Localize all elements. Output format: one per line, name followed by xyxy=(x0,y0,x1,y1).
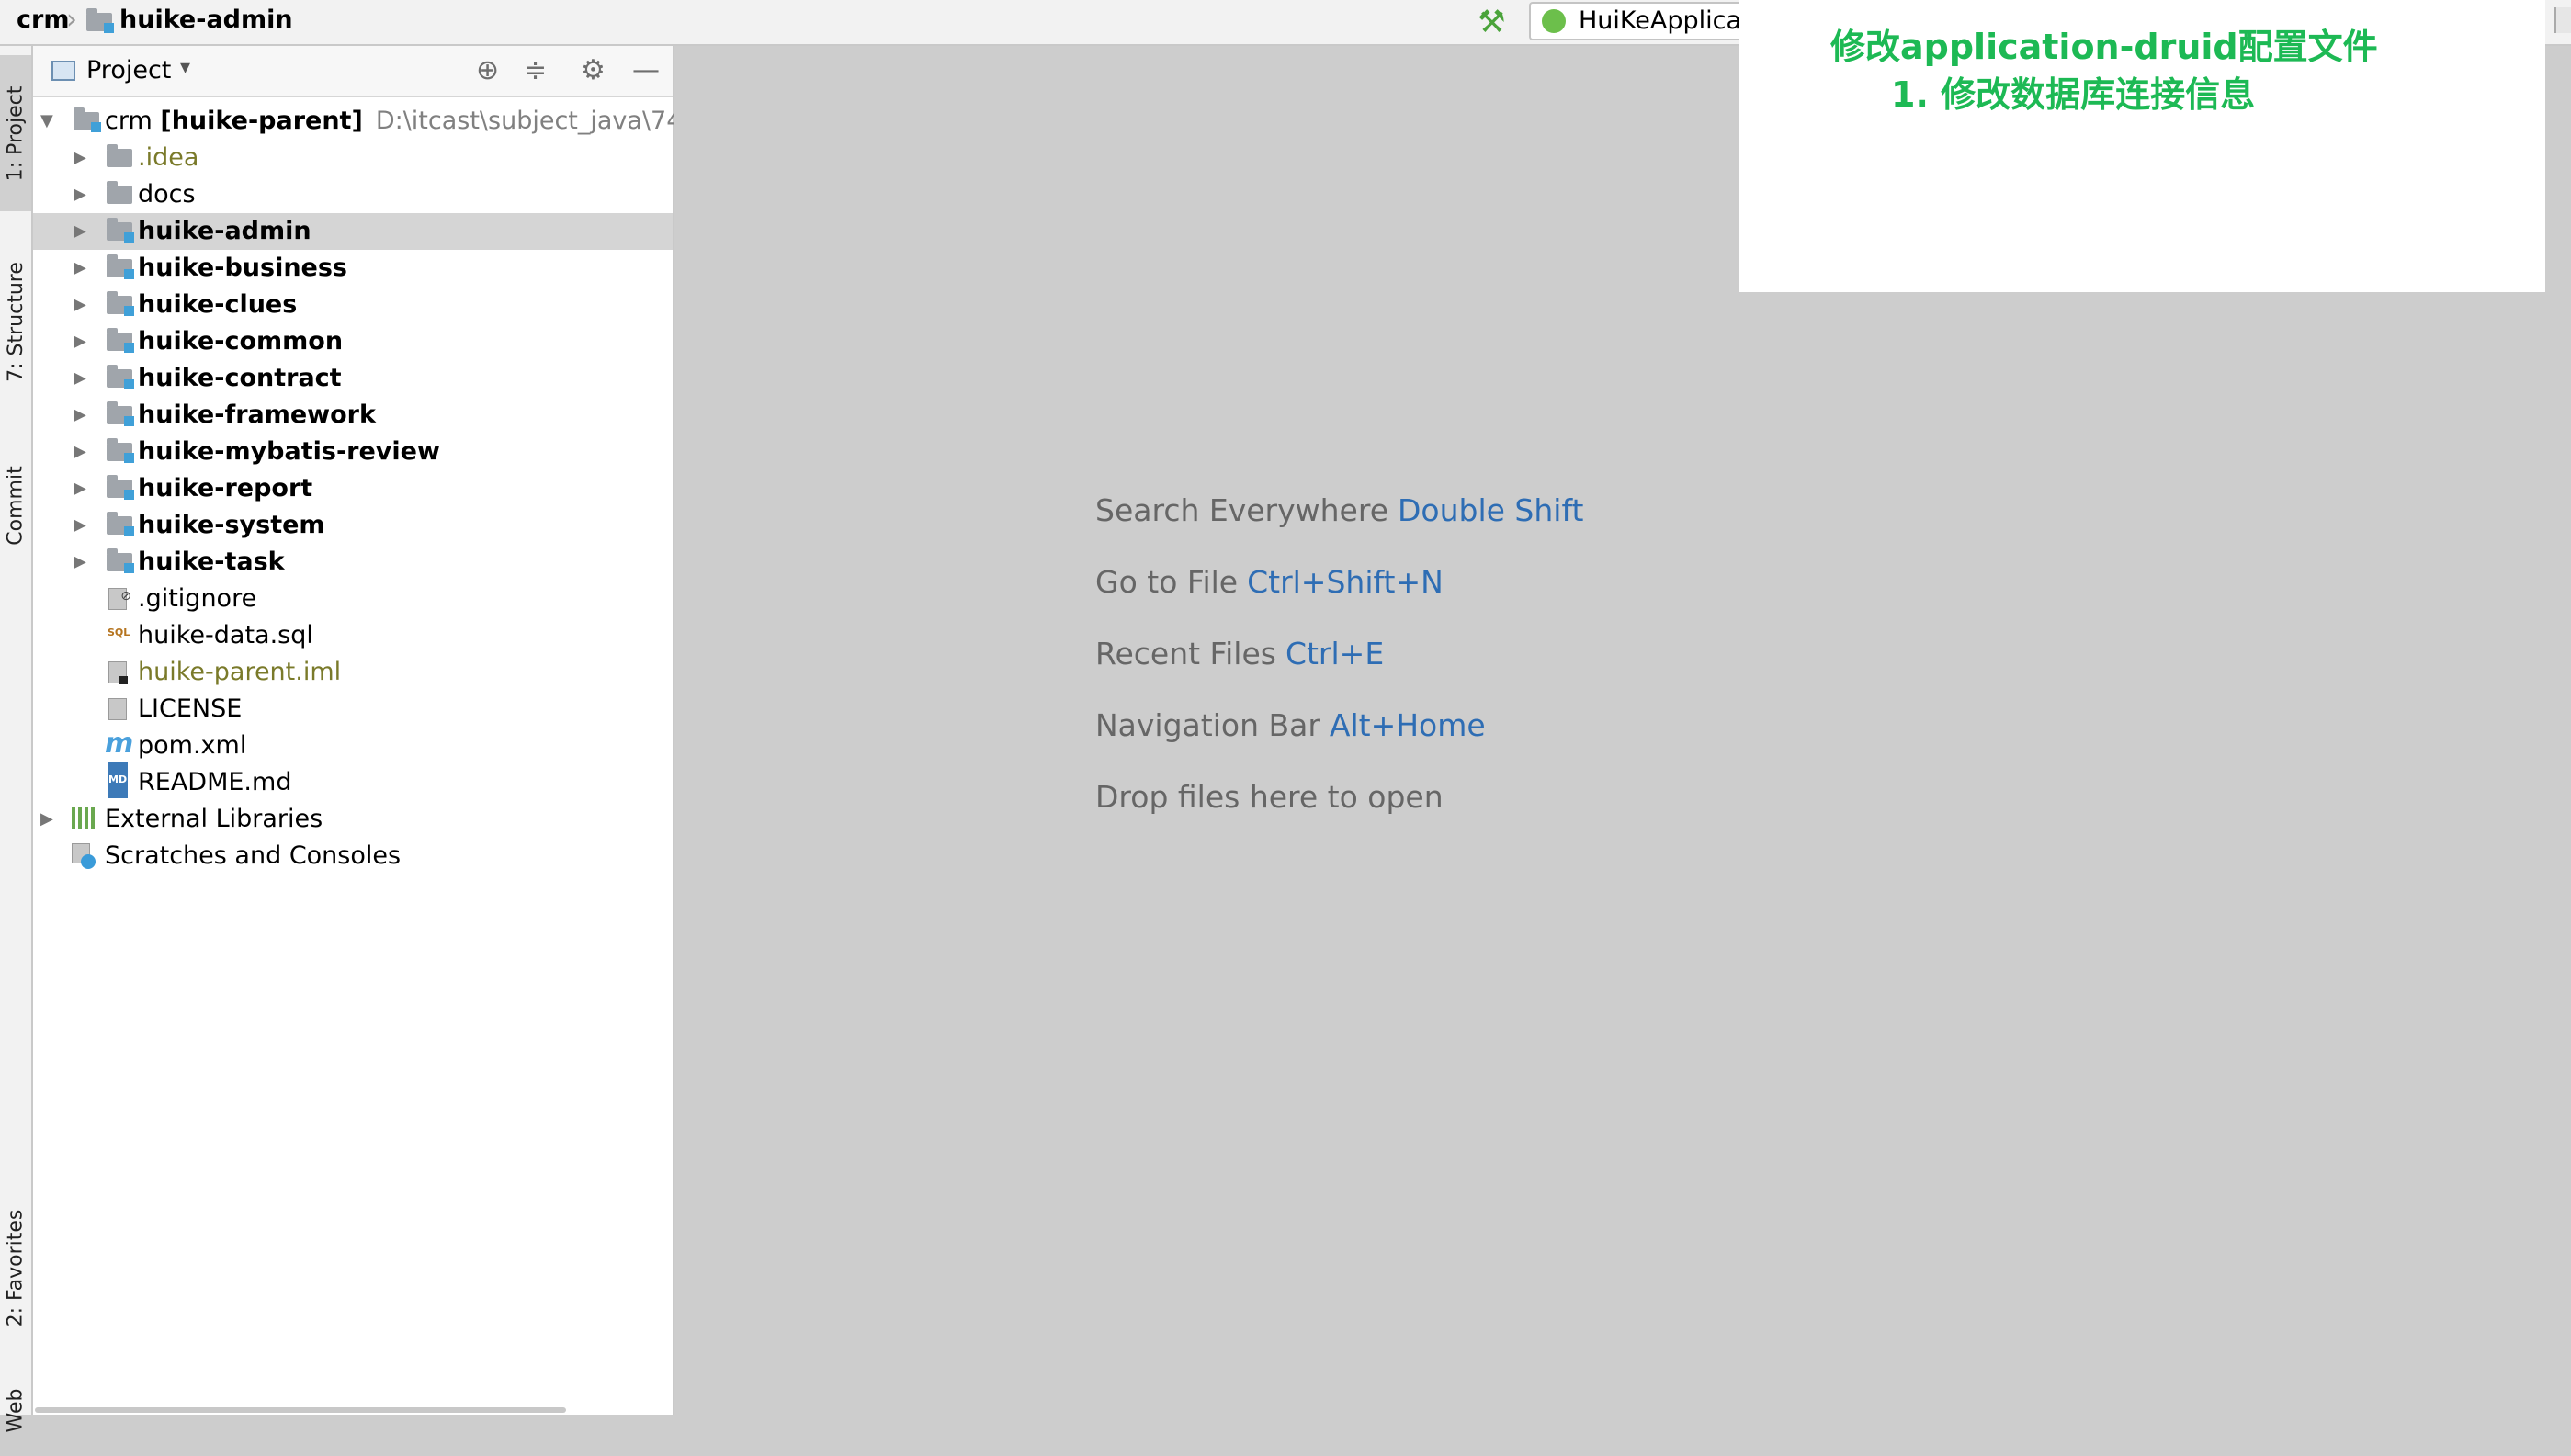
tree-item-module[interactable]: ▶ huike-clues xyxy=(33,287,673,323)
tab-favorites[interactable]: 2: Favorites xyxy=(0,1185,31,1350)
module-folder-icon xyxy=(107,291,134,316)
module-folder-icon xyxy=(107,438,134,463)
tree-item-docs[interactable]: ▶ docs xyxy=(33,176,673,213)
expand-arrow-icon[interactable]: ▶ xyxy=(74,434,86,470)
expand-arrow-icon[interactable]: ▶ xyxy=(74,397,86,434)
tree-item-external-libraries[interactable]: ▶ External Libraries xyxy=(33,801,673,838)
project-panel-header: Project ▾ ⊕ ≑ ⚙ — xyxy=(33,46,673,97)
folder-icon xyxy=(107,181,132,204)
expand-arrow-icon[interactable]: ▶ xyxy=(74,507,86,544)
locate-icon[interactable]: ⊕ xyxy=(476,54,499,86)
hide-icon[interactable]: — xyxy=(632,54,660,86)
module-folder-icon xyxy=(107,218,134,243)
note-title: 修改application-druid配置文件 xyxy=(1830,27,2378,67)
expand-arrow-icon[interactable]: ▶ xyxy=(40,801,53,838)
tree-item-module[interactable]: ▶ huike-common xyxy=(33,323,673,360)
spring-boot-icon xyxy=(1542,9,1566,33)
hint-drop-files: Drop files here to open xyxy=(1095,779,1444,815)
tool-window-strip: 1: Project 7: Structure Commit 2: Favori… xyxy=(0,46,33,1432)
chevron-down-icon[interactable]: ▾ xyxy=(180,56,190,79)
hint-recent-files: Recent Files Ctrl+E xyxy=(1095,636,1385,672)
root-name: crm xyxy=(105,107,153,135)
project-view-icon xyxy=(51,61,75,81)
hint-go-to-file: Go to File Ctrl+Shift+N xyxy=(1095,564,1444,600)
module-folder-icon xyxy=(107,512,134,536)
expand-arrow-icon[interactable]: ▶ xyxy=(74,176,86,213)
tree-root[interactable]: ▼ crm [huike-parent] D:\itcast\subject_ja… xyxy=(33,103,735,140)
horizontal-scrollbar[interactable] xyxy=(35,1407,566,1413)
project-view-selector[interactable]: Project xyxy=(86,56,171,85)
expand-arrow-icon[interactable]: ▶ xyxy=(74,140,86,176)
tree-item-file[interactable]: m pom.xml xyxy=(33,728,673,764)
folder-icon xyxy=(107,144,132,167)
tree-item-module[interactable]: ▶ huike-framework xyxy=(33,397,673,434)
maven-icon: m xyxy=(105,728,134,760)
hint-search-everywhere: Search Everywhere Double Shift xyxy=(1095,492,1584,528)
tree-item-idea[interactable]: ▶ .idea xyxy=(33,140,673,176)
run-icon[interactable] xyxy=(2554,7,2571,33)
note-step: 1. 修改数据库连接信息 xyxy=(1891,74,2256,115)
breadcrumb-separator: › xyxy=(66,4,77,36)
expand-arrow-icon[interactable]: ▶ xyxy=(74,287,86,323)
breadcrumb-root[interactable]: crm xyxy=(17,6,69,34)
gear-icon[interactable]: ⚙ xyxy=(581,54,606,86)
expand-arrow-icon[interactable]: ▶ xyxy=(74,213,86,250)
expand-arrow-icon[interactable]: ▶ xyxy=(74,360,86,397)
tab-project[interactable]: 1: Project xyxy=(0,55,31,211)
tree-item-module[interactable]: ▶ huike-system xyxy=(33,507,673,544)
markdown-file-icon xyxy=(108,762,129,798)
tree-item-module[interactable]: ▶ huike-task xyxy=(33,544,673,581)
run-configuration-selector[interactable]: HuiKeApplica xyxy=(1529,2,1750,40)
module-folder-icon xyxy=(107,365,134,389)
expand-arrow-icon[interactable]: ▶ xyxy=(74,544,86,581)
tree-item-module[interactable]: ▶ huike-report xyxy=(33,470,673,507)
module-folder-icon xyxy=(86,8,114,33)
iml-file-icon xyxy=(108,661,128,684)
tab-commit[interactable]: Commit xyxy=(0,441,31,570)
library-icon xyxy=(72,807,96,829)
tree-item-file[interactable]: README.md xyxy=(33,762,673,801)
tree-item-file[interactable]: huike-data.sql xyxy=(33,615,673,654)
module-folder-icon xyxy=(107,475,134,500)
run-configuration-label: HuiKeApplica xyxy=(1579,6,1742,35)
expand-arrow-icon[interactable]: ▶ xyxy=(74,323,86,360)
project-panel: Project ▾ ⊕ ≑ ⚙ — ▼ crm [huike-parent] D:… xyxy=(33,46,735,1415)
tree-item-scratches[interactable]: Scratches and Consoles xyxy=(33,838,673,875)
tree-item-file[interactable]: huike-parent.iml xyxy=(33,654,673,691)
module-folder-icon xyxy=(74,107,101,132)
tree-item-module[interactable]: ▶ huike-admin xyxy=(33,213,673,250)
gitignore-file-icon xyxy=(108,578,131,615)
text-file-icon xyxy=(108,698,127,720)
tree-item-module[interactable]: ▶ huike-mybatis-review xyxy=(33,434,673,470)
collapse-all-icon[interactable]: ≑ xyxy=(524,54,547,86)
expand-arrow-icon[interactable]: ▶ xyxy=(74,250,86,287)
annotation-note: 修改application-druid配置文件 1. 修改数据库连接信息 xyxy=(1739,0,2545,292)
tree-item-file[interactable]: .gitignore xyxy=(33,578,673,617)
module-folder-icon xyxy=(107,328,134,353)
module-folder-icon xyxy=(107,548,134,573)
module-folder-icon xyxy=(107,254,134,279)
breadcrumb-module[interactable]: huike-admin xyxy=(119,6,293,34)
hint-navigation-bar: Navigation Bar Alt+Home xyxy=(1095,707,1486,743)
sql-file-icon xyxy=(108,615,130,651)
tab-structure[interactable]: 7: Structure xyxy=(0,220,31,423)
tree-item-module[interactable]: ▶ huike-contract xyxy=(33,360,673,397)
expand-arrow-icon[interactable]: ▶ xyxy=(74,470,86,507)
module-folder-icon xyxy=(107,401,134,426)
root-project: [huike-parent] xyxy=(160,107,363,135)
build-hammer-icon[interactable]: ⚒ xyxy=(1478,4,1505,40)
tree-item-module[interactable]: ▶ huike-business xyxy=(33,250,673,287)
expand-arrow-icon[interactable]: ▼ xyxy=(40,103,53,140)
tree-item-file[interactable]: LICENSE xyxy=(33,691,673,728)
scratches-icon xyxy=(72,843,96,869)
tab-web[interactable]: Web xyxy=(0,1364,31,1456)
